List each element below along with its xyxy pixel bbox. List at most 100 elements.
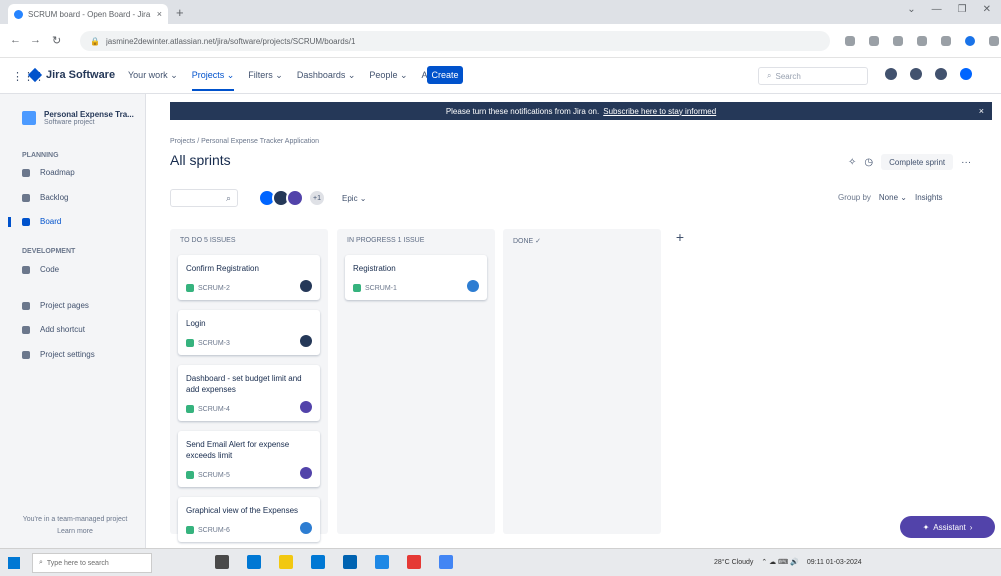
clock[interactable]: 09:11 01-03-2024 xyxy=(807,559,862,566)
browser-tab[interactable]: SCRUM board - Open Board - Jira × xyxy=(8,4,168,24)
nav-people[interactable]: People ⌄ xyxy=(369,70,407,91)
share-icon[interactable] xyxy=(845,36,855,46)
issue-card[interactable]: Confirm Registration SCRUM-2 xyxy=(178,255,320,300)
sidebar-item-project-pages[interactable]: Project pages xyxy=(22,301,89,310)
star-icon[interactable]: ✧ xyxy=(848,157,856,168)
sidebar-item-project-settings[interactable]: Project settings xyxy=(22,350,95,359)
file-explorer-icon[interactable] xyxy=(279,555,293,569)
profile-icon[interactable] xyxy=(965,36,975,46)
issue-card[interactable]: Graphical view of the Expenses SCRUM-6 xyxy=(178,497,320,542)
close-window-icon[interactable]: ✕ xyxy=(983,4,991,15)
close-icon[interactable]: × xyxy=(979,106,984,116)
story-icon xyxy=(353,284,361,292)
project-header[interactable]: Personal Expense Tra... Software project xyxy=(22,110,134,126)
tray-icons[interactable]: ⌃ ☁ ⌨ 🔊 xyxy=(761,558,799,566)
banner-link[interactable]: Subscribe here to stay informed xyxy=(603,107,716,116)
sidebar-item-code[interactable]: Code xyxy=(22,265,59,274)
store-icon[interactable] xyxy=(311,555,325,569)
reload-icon[interactable]: ↻ xyxy=(52,34,61,47)
column-header: DONE ✓ xyxy=(513,238,542,245)
sidebar-item-label: Board xyxy=(40,217,62,226)
assignee-avatar[interactable] xyxy=(300,522,312,534)
bookmark-icon[interactable] xyxy=(869,36,879,46)
project-icon xyxy=(22,111,36,125)
weather-text[interactable]: 28°C Cloudy xyxy=(714,559,753,566)
sidebar-item-add-shortcut[interactable]: Add shortcut xyxy=(22,325,85,334)
minimize-icon[interactable]: — xyxy=(932,4,942,15)
more-icon[interactable]: ··· xyxy=(961,157,971,168)
issue-key: SCRUM-5 xyxy=(198,471,230,479)
team-managed-note[interactable]: You're in a team-managed project Learn m… xyxy=(20,514,130,538)
add-shortcut-icon xyxy=(22,325,30,334)
group-by-dropdown[interactable]: None ⌄ xyxy=(879,193,907,202)
assignee-avatar[interactable] xyxy=(300,401,312,413)
taskbar-search-input[interactable]: ⌕ Type here to search xyxy=(32,553,152,573)
column-in-progress: IN PROGRESS 1 ISSUE Registration SCRUM-1 xyxy=(337,229,495,534)
edge-icon[interactable] xyxy=(247,555,261,569)
notifications-icon[interactable] xyxy=(885,68,897,80)
avatar[interactable] xyxy=(286,189,304,207)
url-text: jasmine2dewinter.atlassian.net/jira/soft… xyxy=(105,36,356,46)
assignee-avatar[interactable] xyxy=(300,280,312,292)
puzzle-icon[interactable] xyxy=(917,36,927,46)
page-title: All sprints xyxy=(170,152,231,168)
story-icon xyxy=(186,339,194,347)
timer-icon[interactable]: ◷ xyxy=(864,157,873,168)
extension-icon[interactable] xyxy=(893,36,903,46)
breadcrumb[interactable]: Projects / Personal Expense Tracker Appl… xyxy=(170,138,319,145)
nav-dashboards[interactable]: Dashboards ⌄ xyxy=(297,70,356,91)
project-name: Personal Expense Tra... xyxy=(44,110,134,119)
search-icon: ⌕ xyxy=(767,71,772,80)
back-icon[interactable]: ← xyxy=(10,34,21,46)
user-avatar[interactable] xyxy=(960,68,972,80)
task-view-icon[interactable] xyxy=(215,555,229,569)
complete-sprint-button[interactable]: Complete sprint xyxy=(881,154,954,170)
settings-icon[interactable] xyxy=(935,68,947,80)
opera-icon[interactable] xyxy=(407,555,421,569)
tab-close-icon[interactable]: × xyxy=(157,9,162,19)
card-title: Send Email Alert for expense exceeds lim… xyxy=(186,440,290,460)
help-icon[interactable] xyxy=(910,68,922,80)
nav-your-work[interactable]: Your work ⌄ xyxy=(128,70,178,91)
issue-card[interactable]: Send Email Alert for expense exceeds lim… xyxy=(178,431,320,487)
chrome-icon[interactable] xyxy=(439,555,453,569)
assignee-avatar[interactable] xyxy=(300,335,312,347)
more-assignees-button[interactable]: +1 xyxy=(308,189,326,207)
nav-projects[interactable]: Projects ⌄ xyxy=(191,70,235,91)
new-tab-button[interactable]: + xyxy=(176,5,184,20)
windows-start-icon[interactable] xyxy=(8,557,20,569)
board-search-input[interactable]: ⌕ xyxy=(170,189,238,207)
menu-icon[interactable] xyxy=(989,36,999,46)
issue-card[interactable]: Dashboard - set budget limit and add exp… xyxy=(178,365,320,421)
url-input[interactable]: 🔒 jasmine2dewinter.atlassian.net/jira/so… xyxy=(80,31,830,51)
mail-icon[interactable] xyxy=(343,555,357,569)
sidebar-icon[interactable] xyxy=(941,36,951,46)
pages-icon xyxy=(22,301,30,310)
issue-card[interactable]: Registration SCRUM-1 xyxy=(345,255,487,300)
gear-icon xyxy=(22,350,30,359)
maximize-icon[interactable]: ❐ xyxy=(958,4,967,15)
assignee-avatar[interactable] xyxy=(467,280,479,292)
product-name[interactable]: Jira Software xyxy=(46,69,115,81)
planning-heading: PLANNING xyxy=(22,152,59,159)
search-input[interactable]: ⌕ Search xyxy=(758,67,868,85)
zoom-icon[interactable] xyxy=(375,555,389,569)
forward-icon[interactable]: → xyxy=(30,34,41,46)
jira-favicon-icon xyxy=(14,9,23,19)
card-title: Dashboard - set budget limit and add exp… xyxy=(186,374,302,394)
sidebar-item-board[interactable]: Board xyxy=(22,217,61,226)
assignee-avatar[interactable] xyxy=(300,467,312,479)
chevron-right-icon: › xyxy=(969,522,973,532)
insights-button[interactable]: Insights xyxy=(915,193,943,202)
issue-card[interactable]: Login SCRUM-3 xyxy=(178,310,320,355)
assistant-button[interactable]: ✦ Assistant › xyxy=(900,516,995,538)
sidebar-item-backlog[interactable]: Backlog xyxy=(22,193,68,202)
notification-banner: Please turn these notifications from Jir… xyxy=(170,102,992,120)
add-column-button[interactable]: + xyxy=(672,229,688,245)
tab-search-icon[interactable]: ⌄ xyxy=(907,4,915,15)
create-button[interactable]: Create xyxy=(427,66,463,84)
sidebar-item-roadmap[interactable]: Roadmap xyxy=(22,168,75,177)
epic-filter-dropdown[interactable]: Epic ⌄ xyxy=(342,194,367,203)
search-icon: ⌕ xyxy=(225,192,231,203)
nav-filters[interactable]: Filters ⌄ xyxy=(248,70,283,91)
